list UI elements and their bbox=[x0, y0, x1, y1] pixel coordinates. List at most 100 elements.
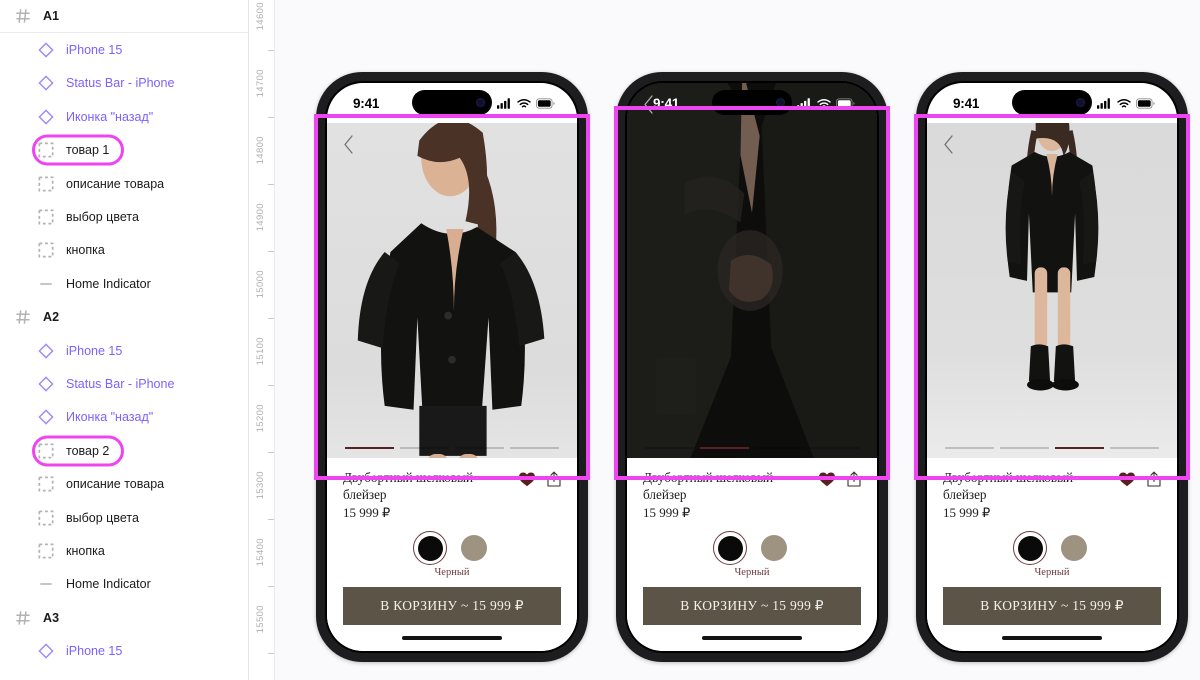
group-icon bbox=[38, 443, 54, 459]
status-bar: 9:41 bbox=[627, 83, 877, 123]
layer-row[interactable]: выбор цвета bbox=[0, 501, 248, 534]
layer-row[interactable]: товар 1 bbox=[0, 134, 248, 167]
heart-filled-icon[interactable] bbox=[519, 472, 535, 492]
add-to-cart-button[interactable]: В КОРЗИНУ ~ 15 999 ₽ bbox=[643, 587, 861, 625]
color-swatches[interactable] bbox=[643, 531, 861, 565]
design-canvas[interactable]: 9:41 Двубортный шелковый блейзер 15 999 ₽… bbox=[275, 0, 1200, 680]
phone-mockup[interactable]: 9:41 Двубортный шелковый блейзер 15 999 ₽… bbox=[914, 72, 1190, 662]
layer-row[interactable]: Иконка "назад" bbox=[0, 100, 248, 133]
ruler-label: 15000 bbox=[255, 270, 266, 299]
battery-icon bbox=[536, 97, 555, 109]
layer-row-label: Status Bar - iPhone bbox=[66, 376, 175, 391]
product-price: 15 999 ₽ bbox=[943, 505, 991, 520]
layer-row[interactable]: выбор цвета bbox=[0, 200, 248, 233]
layer-row[interactable]: Status Bar - iPhone bbox=[0, 67, 248, 100]
battery-icon bbox=[1136, 97, 1155, 109]
dash-icon bbox=[38, 576, 54, 592]
product-title: Двубортный шелковый блейзер bbox=[343, 470, 474, 502]
silent-button bbox=[614, 168, 617, 190]
layer-row[interactable]: кнопка bbox=[0, 534, 248, 567]
add-to-cart-button[interactable]: В КОРЗИНУ ~ 15 999 ₽ bbox=[943, 587, 1161, 625]
diamond-icon bbox=[38, 643, 54, 659]
diamond-icon bbox=[38, 409, 54, 425]
heart-filled-icon[interactable] bbox=[819, 472, 835, 492]
layers-panel[interactable]: A1 iPhone 15 Status Bar - iPhone Иконка "на… bbox=[0, 0, 249, 680]
add-to-cart-button[interactable]: В КОРЗИНУ ~ 15 999 ₽ bbox=[343, 587, 561, 625]
dynamic-island bbox=[1012, 90, 1092, 115]
carousel-indicator-segment[interactable] bbox=[755, 447, 804, 449]
carousel-indicator-segment[interactable] bbox=[945, 447, 994, 449]
color-swatch-black[interactable] bbox=[713, 531, 747, 565]
layer-row[interactable]: Иконка "назад" bbox=[0, 401, 248, 434]
layer-row[interactable]: A3 bbox=[0, 601, 248, 634]
selected-color-label: Черный bbox=[734, 567, 770, 578]
figma-canvas-window: A1 iPhone 15 Status Bar - iPhone Иконка "на… bbox=[0, 0, 1200, 680]
layer-row[interactable]: A1 bbox=[0, 0, 248, 34]
carousel-indicator-segment[interactable] bbox=[645, 447, 694, 449]
phone-screen[interactable]: 9:41 Двубортный шелковый блейзер 15 999 ₽… bbox=[327, 83, 577, 651]
color-swatches[interactable] bbox=[343, 531, 561, 565]
phone-mockup[interactable]: 9:41 Двубортный шелковый блейзер 15 999 ₽… bbox=[314, 72, 590, 662]
status-bar-time: 9:41 bbox=[953, 95, 980, 111]
layer-row[interactable]: описание товара bbox=[0, 467, 248, 500]
carousel-indicator-segment[interactable] bbox=[1000, 447, 1049, 449]
ruler-label: 14700 bbox=[255, 69, 266, 98]
chevron-left-icon[interactable] bbox=[343, 135, 354, 159]
status-bar: 9:41 bbox=[327, 83, 577, 123]
product-price: 15 999 ₽ bbox=[343, 505, 391, 520]
carousel-indicator-segment[interactable] bbox=[345, 447, 394, 449]
layer-row[interactable]: кнопка bbox=[0, 234, 248, 267]
carousel-indicator-segment[interactable] bbox=[700, 447, 749, 449]
layer-row-label: A2 bbox=[43, 310, 60, 325]
carousel-indicator-segment[interactable] bbox=[1055, 447, 1104, 449]
share-icon[interactable] bbox=[847, 471, 861, 492]
product-image[interactable] bbox=[927, 123, 1177, 458]
layer-row[interactable]: A2 bbox=[0, 301, 248, 334]
product-image[interactable] bbox=[627, 83, 877, 458]
heart-filled-icon[interactable] bbox=[1119, 472, 1135, 492]
phone-mockup[interactable]: 9:41 Двубортный шелковый блейзер 15 999 ₽ Ч… bbox=[614, 72, 890, 662]
color-swatch-black[interactable] bbox=[413, 531, 447, 565]
color-swatch-beige[interactable] bbox=[457, 531, 491, 565]
carousel-indicator-segment[interactable] bbox=[455, 447, 504, 449]
image-carousel-indicator[interactable] bbox=[645, 447, 859, 449]
layer-row[interactable]: Home Indicator bbox=[0, 267, 248, 300]
layer-row[interactable]: iPhone 15 bbox=[0, 334, 248, 367]
layer-row-label: кнопка bbox=[66, 243, 105, 258]
diamond-icon bbox=[38, 109, 54, 125]
share-icon[interactable] bbox=[547, 471, 561, 492]
carousel-indicator-segment[interactable] bbox=[1110, 447, 1159, 449]
carousel-indicator-segment[interactable] bbox=[400, 447, 449, 449]
color-swatches[interactable] bbox=[943, 531, 1161, 565]
phone-screen[interactable]: 9:41 Двубортный шелковый блейзер 15 999 ₽ Ч… bbox=[627, 83, 877, 651]
status-bar-time: 9:41 bbox=[653, 95, 680, 111]
color-swatch-beige[interactable] bbox=[757, 531, 791, 565]
image-carousel-indicator[interactable] bbox=[945, 447, 1159, 449]
product-price: 15 999 ₽ bbox=[643, 505, 691, 520]
layer-row[interactable]: iPhone 15 bbox=[0, 634, 248, 667]
share-icon[interactable] bbox=[1147, 471, 1161, 492]
layer-row[interactable]: Status Bar - iPhone bbox=[0, 367, 248, 400]
carousel-indicator-segment[interactable] bbox=[510, 447, 559, 449]
cellular-icon bbox=[497, 97, 512, 109]
layer-row-label: товар 2 bbox=[66, 443, 110, 458]
layer-row[interactable]: iPhone 15 bbox=[0, 33, 248, 66]
ruler-label: 14900 bbox=[255, 203, 266, 232]
dynamic-island bbox=[412, 90, 492, 115]
color-swatch-black[interactable] bbox=[1013, 531, 1047, 565]
image-carousel-indicator[interactable] bbox=[345, 447, 559, 449]
layer-row[interactable]: товар 2 bbox=[0, 434, 248, 467]
phone-screen[interactable]: 9:41 Двубортный шелковый блейзер 15 999 ₽… bbox=[927, 83, 1177, 651]
status-bar: 9:41 bbox=[927, 83, 1177, 123]
power-button bbox=[587, 232, 590, 290]
layer-row-label: iPhone 15 bbox=[66, 644, 123, 659]
color-swatch-beige[interactable] bbox=[1057, 531, 1091, 565]
front-camera-icon bbox=[776, 98, 785, 107]
layer-row[interactable]: описание товара bbox=[0, 167, 248, 200]
phone-bezel: 9:41 Двубортный шелковый блейзер 15 999 ₽… bbox=[925, 81, 1179, 653]
layer-row[interactable]: Home Indicator bbox=[0, 568, 248, 601]
chevron-left-icon[interactable] bbox=[943, 135, 954, 159]
ruler-tick bbox=[268, 586, 274, 587]
product-image[interactable] bbox=[327, 123, 577, 458]
carousel-indicator-segment[interactable] bbox=[810, 447, 859, 449]
